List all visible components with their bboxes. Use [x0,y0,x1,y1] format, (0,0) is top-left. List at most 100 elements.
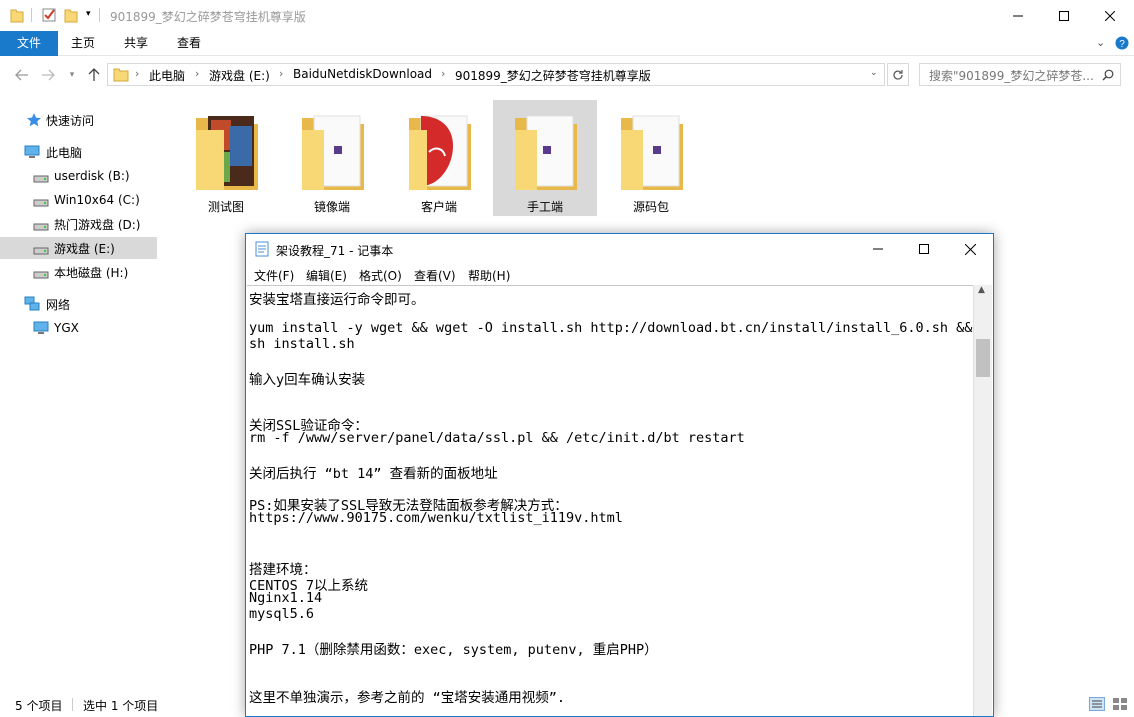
scrollbar-thumb[interactable] [976,339,990,377]
maximize-icon [919,244,929,254]
text-line: 这里不单独演示，参考之前的 “宝塔安装通用视频”. [249,690,566,706]
breadcrumb-separator-icon: › [135,67,140,80]
new-folder-icon[interactable] [64,7,78,23]
customize-toolbar-icon[interactable]: ▾ [86,9,91,19]
folder-name: 源码包 [632,200,669,214]
properties-icon[interactable] [41,7,57,23]
folder-item[interactable]: 镜像端 [280,100,384,216]
nav-label: 热门游戏盘 (D:) [54,217,141,232]
help-icon[interactable]: ? [1115,36,1129,50]
search-box[interactable]: 搜索"901899_梦幻之碎梦苍... [919,63,1121,86]
nav-item-ygx[interactable]: YGX [0,317,157,339]
nav-label: 快速访问 [46,113,95,128]
back-button[interactable] [12,64,32,86]
menu-file[interactable]: 文件(F) [254,267,294,284]
folder-icon [515,115,577,190]
nav-label: 网络 [46,297,71,312]
forward-button[interactable] [38,64,58,86]
nav-label: 游戏盘 (E:) [54,241,115,256]
up-button[interactable] [84,64,104,86]
refresh-button[interactable] [887,63,909,86]
breadcrumb-drive-e[interactable]: 游戏盘 (E:) [209,67,270,84]
close-button[interactable] [1087,0,1133,31]
tab-file[interactable]: 文件 [0,31,58,56]
folder-item[interactable]: 客户端 [387,100,491,216]
vertical-scrollbar[interactable]: ▲ [973,285,992,716]
address-box[interactable]: › 此电脑 › 游戏盘 (E:) › BaiduNetdiskDownload … [107,63,885,86]
nav-item-network[interactable]: 网络 [0,293,157,315]
notepad-close-button[interactable] [947,234,993,264]
nav-item-this-pc[interactable]: 此电脑 [0,141,157,163]
nav-item-hot-games-d[interactable]: 热门游戏盘 (D:) [0,213,157,235]
menu-help[interactable]: 帮助(H) [468,267,510,284]
ribbon-tabs: 文件 主页 共享 查看 ⌄ ? [0,31,1134,56]
menu-edit[interactable]: 编辑(E) [306,267,347,284]
nav-label: YGX [54,321,79,335]
search-icon[interactable] [1102,69,1114,81]
folder-name: 客户端 [420,200,457,214]
menu-view[interactable]: 查看(V) [414,267,456,284]
expand-ribbon-icon[interactable]: ⌄ [1096,36,1105,49]
text-line: sh install.sh [249,336,355,352]
maximize-button[interactable] [1041,0,1087,31]
drive-icon [33,271,49,279]
tab-home[interactable]: 主页 [62,31,104,56]
notepad-minimize-button[interactable] [855,234,901,264]
notepad-window: 架设教程_71 - 记事本 文件(F) 编辑(E) 格式(O) 查看(V) 帮助… [245,233,994,717]
folder-item[interactable]: 手工端 [493,100,597,216]
monitor-icon [33,321,49,334]
text-line: 输入y回车确认安装 [249,372,366,388]
notepad-text-area[interactable]: 安装宝塔直接运行命令即可。 yum install -y wget && wge… [247,285,973,716]
minimize-button[interactable] [995,0,1041,31]
search-input[interactable]: 搜索"901899_梦幻之碎梦苍... [929,67,1094,84]
large-icons-view-icon[interactable] [1112,697,1128,711]
nav-item-quick-access[interactable]: 快速访问 [0,109,157,131]
text-line: rm -f /www/server/panel/data/ssl.pl && /… [249,430,745,446]
breadcrumb-this-pc[interactable]: 此电脑 [149,67,185,84]
nav-item-games-e[interactable]: 游戏盘 (E:) [0,237,157,259]
text-line: 安装宝塔直接运行命令即可。 [249,292,425,308]
window-title: 901899_梦幻之碎梦苍穹挂机尊享版 [110,10,306,24]
minimize-icon [873,248,883,250]
text-line: mysql5.6 [249,606,315,622]
folder-name: 镜像端 [313,200,350,214]
folder-item[interactable]: 测试图 [174,100,278,216]
folder-item[interactable]: 源码包 [599,100,703,216]
recent-locations-button[interactable]: ▾ [64,64,80,86]
notepad-menu-bar: 文件(F) 编辑(E) 格式(O) 查看(V) 帮助(H) [246,264,993,285]
folder-icon [409,115,471,190]
folder-icon [113,68,129,82]
drive-icon [33,199,49,207]
notepad-title-bar: 架设教程_71 - 记事本 [246,234,993,264]
text-line: 关闭后执行 “bt 14” 查看新的面板地址 [249,466,498,482]
notepad-maximize-button[interactable] [901,234,947,264]
nav-label: Win10x64 (C:) [54,193,140,207]
back-arrow-icon [15,69,28,81]
drive-icon [33,175,49,183]
close-icon [1105,10,1115,21]
breadcrumb-baidunetdiskdownload[interactable]: BaiduNetdiskDownload [293,67,432,81]
network-icon [24,296,40,311]
tab-view[interactable]: 查看 [167,31,211,56]
notepad-title: 架设教程_71 - 记事本 [276,244,394,258]
folder-name: 测试图 [207,200,244,214]
breadcrumb-separator-icon: › [279,67,284,80]
breadcrumb-separator-icon: › [195,67,200,80]
text-line: https://www.90175.com/wenku/txtlist_i119… [249,510,623,526]
nav-label: 此电脑 [46,145,83,160]
nav-item-win10x64-c[interactable]: Win10x64 (C:) [0,189,157,211]
address-dropdown-icon[interactable]: ⌄ [870,68,878,78]
nav-item-local-disk-h[interactable]: 本地磁盘 (H:) [0,261,157,283]
close-icon [964,243,976,255]
folder-icon [302,115,364,190]
refresh-icon [893,69,903,80]
scroll-up-icon[interactable]: ▲ [978,285,985,295]
menu-format[interactable]: 格式(O) [359,267,402,284]
breadcrumb-current-folder[interactable]: 901899_梦幻之碎梦苍穹挂机尊享版 [455,67,651,84]
star-icon [27,113,41,127]
tab-share[interactable]: 共享 [114,31,158,56]
item-count: 5 个项目 [15,699,63,713]
drive-icon [33,223,49,231]
details-view-icon[interactable] [1089,697,1105,711]
nav-item-userdisk-b[interactable]: userdisk (B:) [0,165,157,187]
